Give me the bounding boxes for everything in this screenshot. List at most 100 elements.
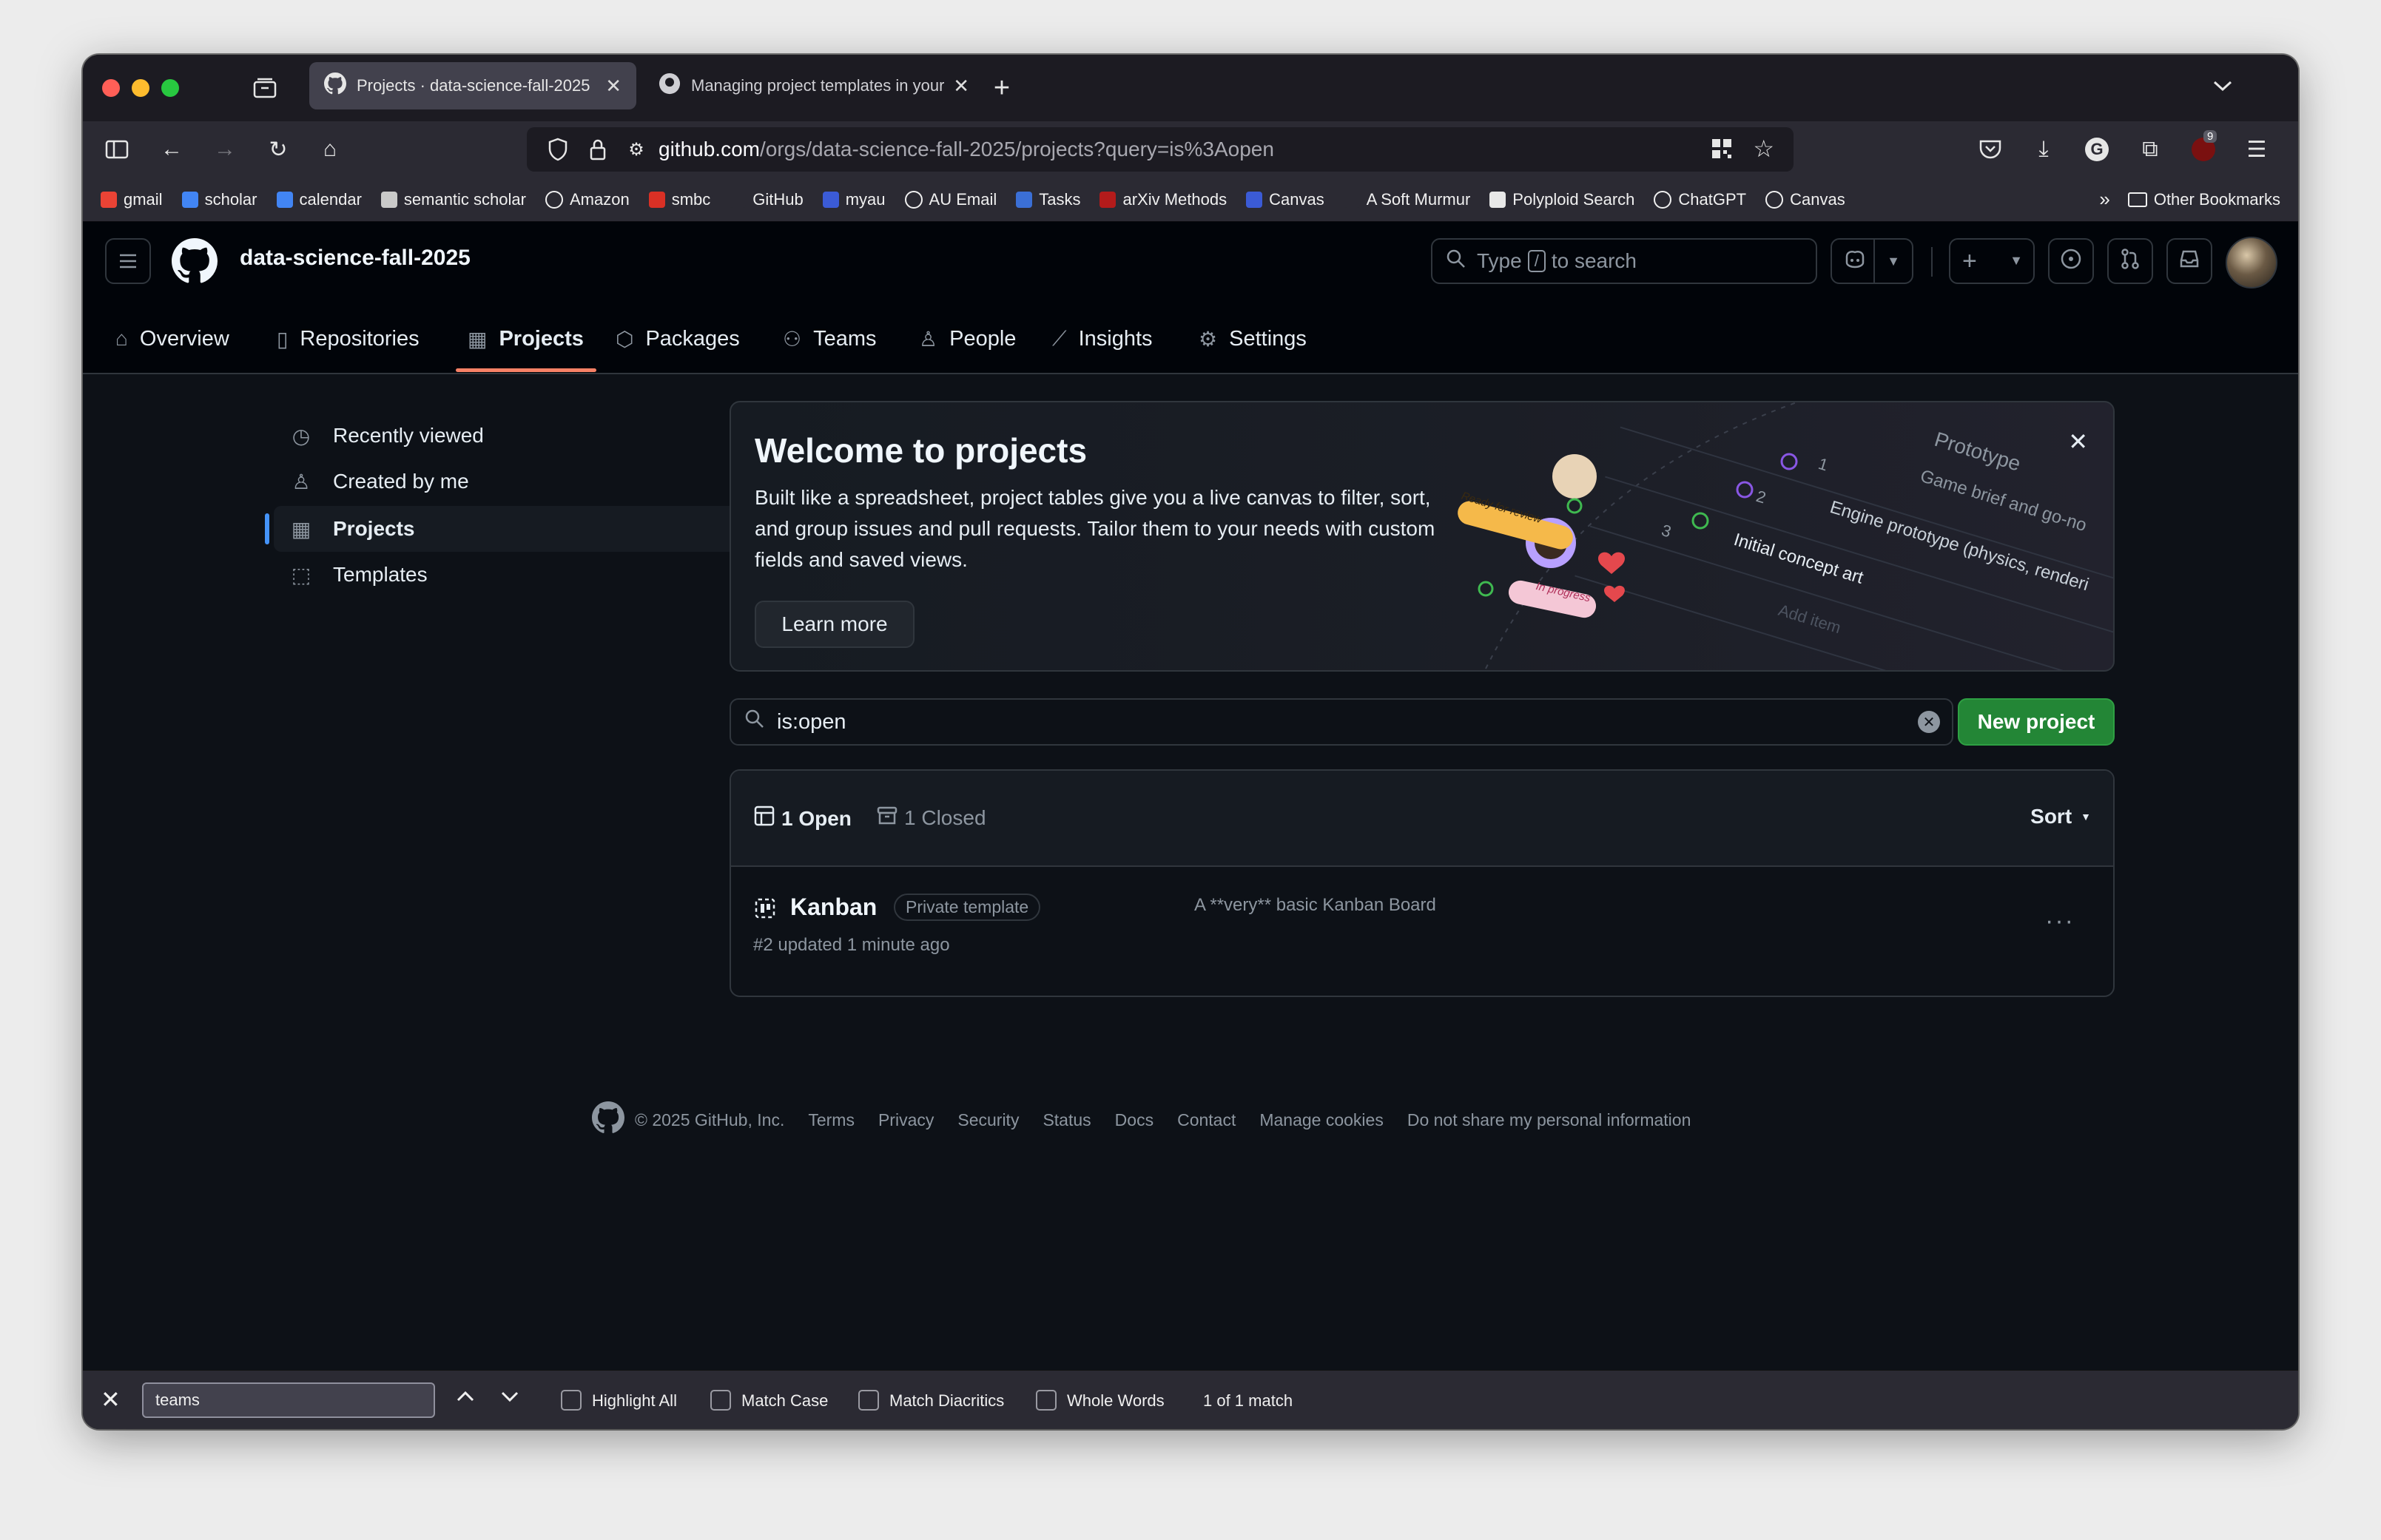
- find-option-label[interactable]: Match Diacritics: [889, 1391, 1004, 1411]
- bookmark-item[interactable]: GitHub: [730, 190, 804, 209]
- zoom-window-button[interactable]: [161, 79, 179, 97]
- tab-settings[interactable]: ⚙ Settings: [1199, 318, 1307, 359]
- tab-overview-icon[interactable]: [250, 73, 280, 103]
- bookmark-item[interactable]: Polyploid Search: [1489, 190, 1634, 209]
- close-tab-icon[interactable]: ✕: [605, 75, 622, 98]
- find-option-label[interactable]: Whole Words: [1067, 1391, 1165, 1411]
- new-tab-icon[interactable]: +: [987, 72, 1017, 104]
- list-item[interactable]: Kanban Private template A **very** basic…: [731, 867, 2113, 996]
- find-option-label[interactable]: Match Case: [741, 1391, 828, 1411]
- find-option-checkbox[interactable]: [858, 1390, 879, 1411]
- project-title-link[interactable]: Kanban: [790, 894, 877, 921]
- sidebar-item-created-by-me[interactable]: ♙ Created by me: [274, 459, 755, 504]
- tab-people[interactable]: ♙ People: [919, 318, 1016, 359]
- downloads-icon[interactable]: ⤓: [2029, 135, 2058, 164]
- close-window-button[interactable]: [102, 79, 120, 97]
- bookmark-item[interactable]: smbc: [648, 190, 710, 209]
- more-bookmarks-icon[interactable]: »: [2099, 188, 2109, 211]
- filter-value[interactable]: is:open: [777, 710, 846, 734]
- kebab-menu-icon[interactable]: ···: [2045, 907, 2075, 936]
- other-bookmarks-folder[interactable]: Other Bookmarks: [2127, 190, 2280, 209]
- bookmark-item[interactable]: Tasks: [1016, 190, 1080, 209]
- sort-dropdown[interactable]: Sort ▼: [2030, 805, 2091, 828]
- tab-projects[interactable]: Projects · data-science-fall-2025 ✕: [309, 62, 636, 109]
- close-tab-icon[interactable]: ✕: [953, 75, 969, 98]
- home-icon[interactable]: ⌂: [315, 135, 345, 164]
- bookmark-item[interactable]: AU Email: [904, 190, 997, 209]
- pocket-icon[interactable]: [1976, 135, 2005, 164]
- bookmark-item[interactable]: semantic scholar: [380, 190, 526, 209]
- sidebar-item-templates[interactable]: ⬚ Templates: [274, 552, 755, 598]
- sidebar-item-projects[interactable]: ▦ Projects: [265, 506, 755, 552]
- footer-link[interactable]: Docs: [1115, 1110, 1154, 1130]
- back-icon[interactable]: ←: [157, 135, 186, 164]
- bookmark-item[interactable]: gmail: [101, 190, 163, 209]
- close-findbar-icon[interactable]: ✕: [101, 1385, 121, 1414]
- grammarly-icon[interactable]: G: [2082, 135, 2112, 164]
- github-logo-icon[interactable]: [172, 238, 218, 288]
- sidebar-item-recently-viewed[interactable]: ◷ Recently viewed: [274, 413, 755, 459]
- tab-teams[interactable]: ⚇ Teams: [783, 318, 877, 359]
- new-project-button[interactable]: New project: [1958, 698, 2115, 746]
- extensions-icon[interactable]: ⧉: [2135, 135, 2165, 164]
- copilot-button[interactable]: ▼: [1831, 238, 1913, 284]
- create-new-button[interactable]: + ▼: [1949, 238, 2035, 284]
- project-filter-input[interactable]: is:open ✕: [730, 698, 1953, 746]
- footer-link[interactable]: Status: [1043, 1110, 1091, 1130]
- qr-code-icon[interactable]: [1711, 138, 1733, 165]
- hamburger-menu-button[interactable]: [105, 238, 151, 284]
- find-option-label[interactable]: Highlight All: [592, 1391, 677, 1411]
- tab-projects[interactable]: ▦ Projects: [468, 318, 584, 359]
- bookmark-item[interactable]: myau: [822, 190, 886, 209]
- tab-managing-templates[interactable]: Managing project templates in your organ…: [644, 62, 984, 109]
- footer-link[interactable]: Manage cookies: [1259, 1110, 1384, 1130]
- url-bar[interactable]: ⚙ github.com/orgs/data-science-fall-2025…: [527, 127, 1794, 172]
- pull-requests-button[interactable]: [2107, 238, 2153, 284]
- footer-link[interactable]: Contact: [1177, 1110, 1236, 1130]
- list-all-tabs-icon[interactable]: [2208, 71, 2237, 101]
- global-search-input[interactable]: Type / to search: [1431, 238, 1817, 284]
- bookmark-star-icon[interactable]: ☆: [1753, 135, 1774, 163]
- find-next-icon[interactable]: [499, 1385, 521, 1413]
- url-text[interactable]: github.com/orgs/data-science-fall-2025/p…: [659, 138, 1274, 161]
- tab-insights[interactable]: ⟋ Insights: [1052, 318, 1153, 359]
- shield-icon[interactable]: [543, 138, 573, 161]
- bookmark-item[interactable]: Canvas: [1246, 190, 1324, 209]
- footer-link[interactable]: Security: [957, 1110, 1019, 1130]
- tab-packages[interactable]: ⬡ Packages: [616, 318, 740, 359]
- clear-filter-icon[interactable]: ✕: [1918, 711, 1940, 733]
- learn-more-button[interactable]: Learn more: [755, 601, 915, 648]
- bookmark-item[interactable]: ChatGPT: [1654, 190, 1746, 209]
- find-input[interactable]: teams: [142, 1382, 435, 1418]
- footer-link[interactable]: Privacy: [878, 1110, 934, 1130]
- tab-repositories[interactable]: ▯ Repositories: [277, 318, 420, 359]
- org-name-link[interactable]: data-science-fall-2025: [240, 246, 471, 271]
- find-option-checkbox[interactable]: [1036, 1390, 1057, 1411]
- ublock-icon[interactable]: 9: [2189, 130, 2218, 164]
- bookmark-item[interactable]: A Soft Murmur: [1343, 190, 1470, 209]
- footer-link[interactable]: Do not share my personal information: [1407, 1110, 1691, 1130]
- footer-link[interactable]: Terms: [808, 1110, 855, 1130]
- avatar[interactable]: [2226, 237, 2277, 288]
- minimize-window-button[interactable]: [132, 79, 149, 97]
- github-logo-icon[interactable]: [592, 1101, 624, 1138]
- bookmark-item[interactable]: Amazon: [545, 190, 630, 209]
- bookmark-item[interactable]: scholar: [181, 190, 257, 209]
- issues-button[interactable]: [2048, 238, 2094, 284]
- tab-overview[interactable]: ⌂ Overview: [115, 318, 229, 359]
- bookmark-item[interactable]: calendar: [276, 190, 362, 209]
- bookmark-item[interactable]: arXiv Methods: [1099, 190, 1227, 209]
- find-option-checkbox[interactable]: [710, 1390, 731, 1411]
- notifications-button[interactable]: [2166, 238, 2212, 284]
- forward-icon[interactable]: →: [210, 135, 240, 164]
- find-query[interactable]: teams: [155, 1391, 200, 1410]
- find-previous-icon[interactable]: [454, 1385, 476, 1413]
- closed-filter-tab[interactable]: 1 Closed: [876, 805, 986, 831]
- reload-icon[interactable]: ↻: [263, 135, 293, 164]
- find-option-checkbox[interactable]: [561, 1390, 582, 1411]
- menu-icon[interactable]: ☰: [2242, 135, 2271, 164]
- bookmark-item[interactable]: Canvas: [1765, 190, 1845, 209]
- sidebar-toggle-icon[interactable]: [102, 135, 132, 164]
- open-filter-tab[interactable]: 1 Open: [753, 805, 852, 832]
- lock-icon[interactable]: [583, 138, 613, 161]
